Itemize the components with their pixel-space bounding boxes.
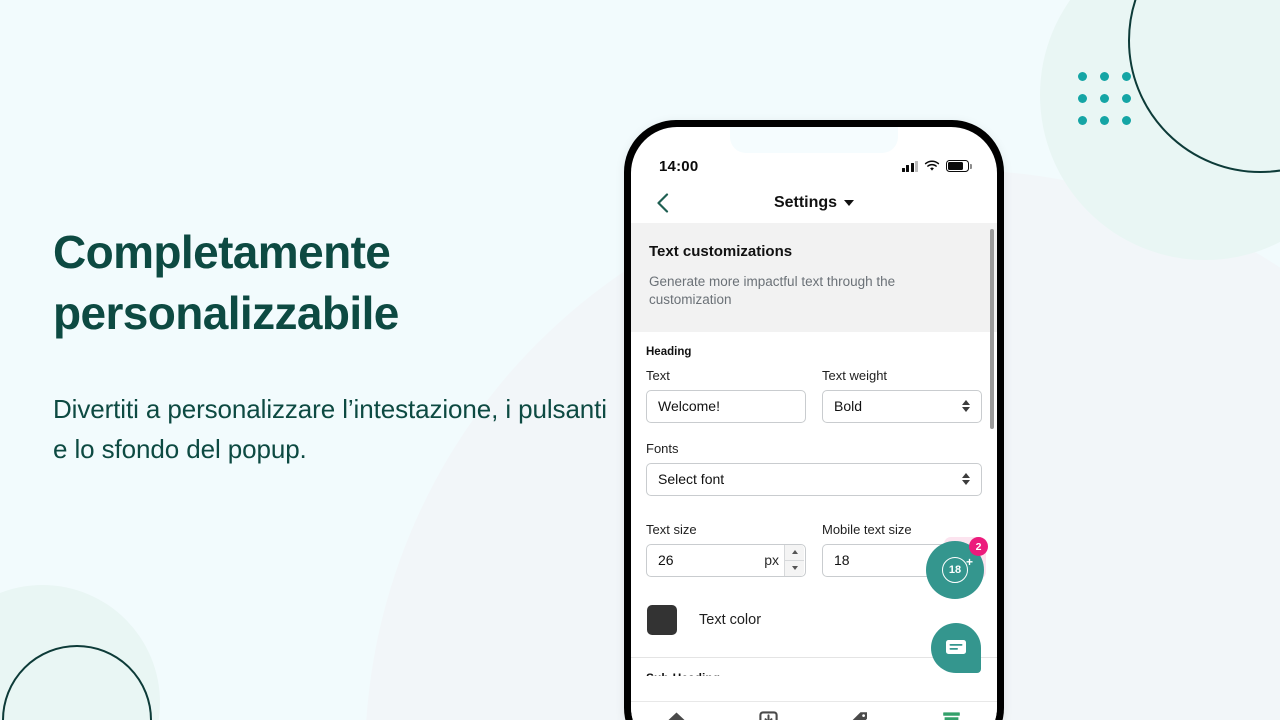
navigation-bar: Settings — [631, 183, 997, 223]
age-gate-plus: + — [965, 555, 973, 569]
battery-icon — [946, 160, 972, 172]
phone-mockup: 14:00 Settings Text customizations Gener… — [624, 120, 1004, 720]
inbox-download-icon — [759, 710, 778, 720]
fonts-select[interactable]: Select font — [646, 462, 982, 496]
age-gate-fab-wrapper[interactable]: 2 18 + — [926, 537, 988, 599]
fonts-label: Fonts — [646, 440, 679, 456]
navigation-title-group[interactable]: Settings — [631, 194, 997, 212]
storefront-icon — [942, 711, 960, 720]
phone-notch — [730, 127, 898, 153]
text-size-group: Text size 26 px — [646, 522, 806, 577]
group-label-sub-heading: Sub-Heading — [646, 658, 982, 676]
text-and-weight-row: Text Welcome! Text weight Bold — [646, 368, 982, 423]
fonts-value: Select font — [658, 471, 725, 488]
select-arrows-icon — [962, 399, 970, 413]
text-weight-value: Bold — [834, 398, 863, 415]
text-color-label: Text color — [699, 611, 762, 628]
mobile-text-size-label: Mobile text size — [822, 521, 912, 537]
text-size-unit: px — [764, 552, 779, 569]
text-size-stepper-buttons[interactable] — [784, 544, 804, 576]
age-18-plus-icon: 18 + — [942, 556, 973, 583]
text-size-increment-button[interactable] — [785, 544, 804, 561]
signal-bars-icon — [901, 160, 918, 172]
group-label-heading: Heading — [646, 345, 692, 358]
card-description: Generate more impactful text through the… — [649, 274, 896, 308]
scrollbar-thumb[interactable] — [990, 229, 994, 429]
text-size-label: Text size — [646, 521, 697, 537]
fonts-group: Fonts Select font — [646, 441, 982, 496]
text-size-stepper[interactable]: 26 px — [646, 543, 806, 577]
chat-fab[interactable] — [931, 623, 981, 673]
phone-screen: 14:00 Settings Text customizations Gener… — [631, 127, 997, 720]
select-arrows-icon — [962, 472, 970, 486]
caret-down-icon — [844, 200, 855, 206]
tab-products[interactable]: Products — [814, 711, 906, 720]
page-title: Completamente personalizzabile — [53, 226, 399, 339]
text-field-label: Text — [646, 367, 670, 383]
status-icons — [901, 160, 972, 172]
tab-orders[interactable]: Orders — [723, 710, 815, 720]
text-customizations-card: Text customizations Generate more impact… — [631, 223, 997, 332]
text-size-decrement-button[interactable] — [785, 560, 804, 576]
age-gate-badge: 2 — [969, 537, 988, 556]
marketing-copy: Completamente personalizzabile Divertiti… — [53, 222, 613, 470]
text-input-value: Welcome! — [658, 398, 720, 415]
text-field-group: Text Welcome! — [646, 368, 806, 423]
page-subtitle: Divertiti a personalizzare l’intestazion… — [53, 394, 607, 465]
dot-grid-icon — [1078, 72, 1131, 125]
tab-store[interactable]: Store — [906, 711, 998, 720]
text-weight-label: Text weight — [822, 367, 888, 383]
heading-settings-form: Heading Text Welcome! Text weight Bold F… — [631, 332, 997, 676]
text-color-row[interactable]: Text color — [646, 603, 982, 635]
text-weight-group: Text weight Bold — [822, 368, 982, 423]
text-size-value: 26 — [658, 552, 674, 569]
text-weight-select[interactable]: Bold — [822, 389, 982, 423]
navigation-title: Settings — [773, 194, 838, 211]
text-color-swatch[interactable] — [647, 604, 677, 635]
tag-icon — [852, 711, 868, 720]
card-title: Text customizations — [649, 243, 793, 260]
tab-home[interactable]: Home — [631, 711, 723, 720]
home-icon — [668, 712, 685, 720]
status-time: 14:00 — [659, 157, 699, 175]
age-gate-value: 18 — [948, 564, 962, 576]
chat-bubble-icon — [946, 640, 966, 654]
text-input[interactable]: Welcome! — [646, 389, 806, 423]
bottom-tab-bar: Home Orders Products — [631, 701, 997, 720]
wifi-icon — [924, 160, 940, 171]
